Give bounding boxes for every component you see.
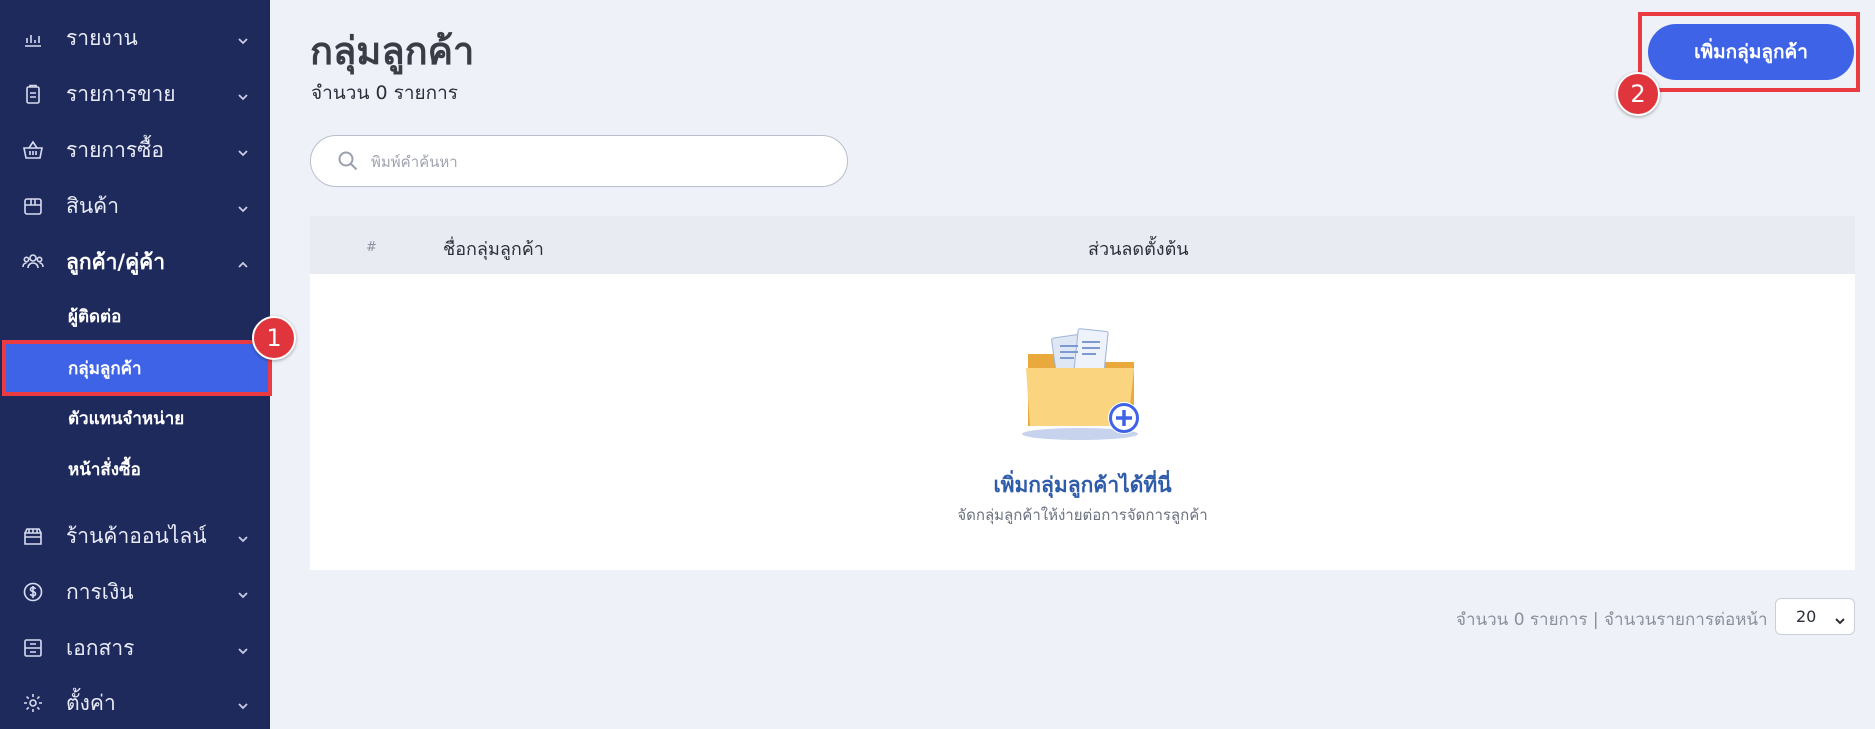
sidebar-item-online-store[interactable]: ร้านค้าออนไลน์	[0, 516, 270, 556]
archive-icon	[22, 637, 44, 659]
sidebar-item-label: รายการซื้อ	[66, 137, 165, 162]
sidebar-item-customers[interactable]: ลูกค้า/คู่ค้า	[0, 242, 270, 282]
chevron-up-icon	[237, 256, 249, 268]
column-header-index: #	[366, 240, 377, 255]
gear-icon	[22, 692, 44, 714]
page-size-value: 20	[1796, 607, 1817, 626]
clipboard-icon	[22, 83, 44, 105]
basket-icon	[22, 139, 44, 161]
chevron-down-icon	[1834, 612, 1846, 625]
sidebar-subitem-contacts[interactable]: ผู้ติดต่อ	[0, 294, 270, 338]
sidebar-item-purchases[interactable]: รายการซื้อ	[0, 130, 270, 170]
sidebar-item-label: ร้านค้าออนไลน์	[66, 523, 207, 548]
chevron-down-icon	[237, 88, 249, 101]
chevron-down-icon	[237, 32, 249, 45]
chevron-down-icon	[237, 642, 249, 655]
chevron-down-icon	[237, 144, 249, 157]
sidebar-subitem-customer-groups[interactable]: กลุ่มลูกค้า	[2, 340, 272, 396]
sidebar-subitem-label: ตัวแทนจำหน่าย	[68, 408, 185, 429]
sidebar-item-products[interactable]: สินค้า	[0, 186, 270, 226]
step-marker-1: 1	[252, 316, 296, 360]
empty-state-subtitle: จัดกลุ่มลูกค้าให้ง่ายต่อการจัดการลูกค้า	[957, 506, 1208, 524]
sidebar-item-reports[interactable]: รายงาน	[0, 18, 270, 58]
sidebar-item-label: สินค้า	[66, 193, 120, 218]
store-icon	[22, 525, 44, 547]
customer-groups-table: # ชื่อกลุ่มลูกค้า ส่วนลดตั้งต้น เพิ่มกลุ…	[310, 216, 1855, 570]
users-icon	[22, 251, 44, 273]
table-header: # ชื่อกลุ่มลูกค้า ส่วนลดตั้งต้น	[310, 216, 1855, 274]
page-size-select[interactable]: 20	[1775, 598, 1855, 635]
record-count: จำนวน 0 รายการ	[311, 82, 458, 104]
search-icon	[337, 150, 359, 172]
chevron-down-icon	[237, 200, 249, 213]
box-icon	[22, 195, 44, 217]
sidebar-subitem-label: ผู้ติดต่อ	[68, 306, 122, 327]
step-marker-2: 2	[1616, 72, 1660, 116]
sidebar-subitem-distributors[interactable]: ตัวแทนจำหน่าย	[0, 396, 270, 440]
sidebar-item-label: การเงิน	[66, 579, 134, 604]
column-header-group-name[interactable]: ชื่อกลุ่มลูกค้า	[443, 234, 544, 263]
sidebar-item-documents[interactable]: เอกสาร	[0, 628, 270, 668]
sidebar-subitem-label: กลุ่มลูกค้า	[68, 358, 142, 379]
sidebar-item-sales[interactable]: รายการขาย	[0, 74, 270, 114]
column-header-default-discount[interactable]: ส่วนลดตั้งต้น	[1088, 234, 1189, 263]
sidebar-item-label: ลูกค้า/คู่ค้า	[66, 249, 165, 274]
sidebar-item-label: ตั้งค่า	[66, 690, 116, 715]
chevron-down-icon	[237, 697, 249, 710]
sidebar-item-label: รายงาน	[66, 25, 138, 50]
sidebar-subitem-order-page[interactable]: หน้าสั่งซื้อ	[0, 447, 270, 491]
pagination-summary: จำนวน 0 รายการ | จำนวนรายการต่อหน้า	[1456, 610, 1768, 630]
sidebar-item-finance[interactable]: การเงิน	[0, 572, 270, 612]
sidebar-item-label: รายการขาย	[66, 81, 176, 106]
sidebar: รายงาน รายการขาย รายการซื้อ สินค้า ลูกค้…	[0, 0, 272, 729]
chevron-down-icon	[237, 530, 249, 543]
empty-state-title[interactable]: เพิ่มกลุ่มลูกค้าได้ที่นี่	[310, 469, 1855, 502]
empty-folder-icon[interactable]	[1010, 324, 1160, 442]
sidebar-subitem-label: หน้าสั่งซื้อ	[68, 459, 141, 480]
search-input[interactable]	[369, 146, 833, 178]
page-title: กลุ่มลูกค้า	[310, 29, 475, 73]
add-customer-group-button[interactable]: เพิ่มกลุ่มลูกค้า	[1648, 24, 1854, 80]
chevron-down-icon	[237, 586, 249, 599]
sidebar-item-settings[interactable]: ตั้งค่า	[0, 683, 270, 723]
chart-icon	[22, 27, 44, 49]
money-icon	[22, 581, 44, 603]
sidebar-item-label: เอกสาร	[66, 635, 135, 660]
search-bar[interactable]	[310, 135, 848, 187]
